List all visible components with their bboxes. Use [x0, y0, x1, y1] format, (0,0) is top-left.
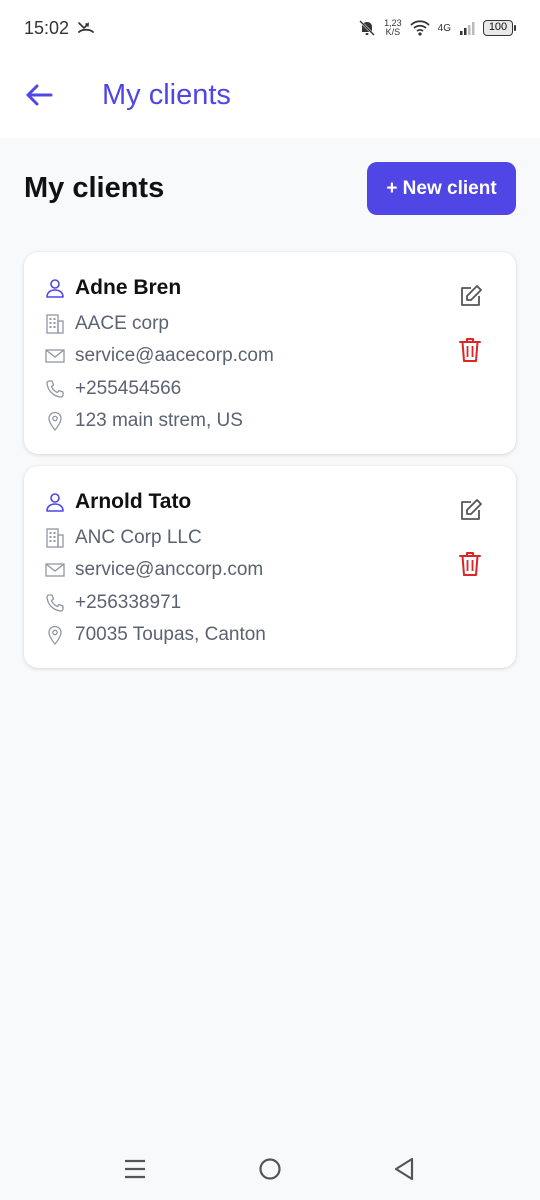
network-type: 4G — [437, 22, 451, 34]
client-company: ANC Corp LLC — [75, 527, 202, 548]
phone-icon — [45, 593, 65, 613]
client-name-row: Adne Bren — [45, 276, 181, 300]
client-phone: +255454566 — [75, 378, 182, 399]
client-address: 70035 Toupas, Canton — [75, 624, 266, 645]
battery-tip — [514, 25, 516, 31]
client-address: 123 main strem, US — [75, 410, 243, 431]
edit-client-button[interactable] — [458, 498, 484, 527]
missed-call-icon — [77, 18, 95, 39]
delete-client-button[interactable] — [457, 551, 483, 582]
client-phone-row: +256338971 — [45, 592, 181, 614]
circle-icon — [258, 1157, 282, 1186]
triangle-back-icon — [393, 1157, 415, 1186]
client-card: Adne Bren AACE corp service@aacecorp.com… — [24, 252, 516, 454]
mail-icon — [45, 560, 65, 580]
recent-apps-button[interactable] — [122, 1158, 148, 1184]
status-right: 1,23 K/S 4G 100 — [358, 19, 516, 37]
user-icon — [45, 278, 65, 298]
client-name: Arnold Tato — [75, 490, 192, 513]
client-email-row: service@anccorp.com — [45, 559, 263, 581]
building-icon — [45, 314, 65, 334]
system-back-button[interactable] — [391, 1157, 417, 1186]
system-nav-bar — [0, 1140, 540, 1200]
trash-icon — [459, 551, 481, 582]
client-card: Arnold Tato ANC Corp LLC service@anccorp… — [24, 466, 516, 668]
client-company-row: ANC Corp LLC — [45, 527, 202, 549]
net-speed: 1,23 K/S — [384, 19, 402, 37]
map-pin-icon — [45, 625, 65, 645]
wifi-icon — [410, 20, 430, 36]
edit-icon — [459, 498, 483, 527]
delete-client-button[interactable] — [457, 337, 483, 368]
edit-client-button[interactable] — [458, 284, 484, 313]
mail-icon — [45, 346, 65, 366]
user-icon — [45, 492, 65, 512]
map-pin-icon — [45, 411, 65, 431]
bell-off-icon — [358, 19, 376, 37]
arrow-left-icon — [25, 83, 53, 112]
edit-icon — [459, 284, 483, 313]
status-left: 15:02 — [24, 18, 95, 39]
main-content: My clients + New client Adne Bren AACE c… — [0, 138, 540, 1140]
battery-level: 100 — [483, 20, 513, 36]
app-bar: My clients — [0, 56, 540, 138]
client-address-row: 123 main strem, US — [45, 410, 243, 432]
new-client-button[interactable]: + New client — [367, 162, 516, 215]
menu-icon — [124, 1159, 146, 1184]
client-name-row: Arnold Tato — [45, 490, 191, 514]
client-address-row: 70035 Toupas, Canton — [45, 624, 266, 646]
client-phone: +256338971 — [75, 592, 182, 613]
client-email: service@anccorp.com — [75, 559, 264, 580]
back-button[interactable] — [22, 80, 56, 114]
client-email: service@aacecorp.com — [75, 345, 274, 366]
signal-icon — [459, 20, 475, 36]
page-title: My clients — [24, 172, 165, 204]
home-button[interactable] — [257, 1157, 283, 1186]
trash-icon — [459, 337, 481, 368]
battery-icon: 100 — [483, 20, 516, 36]
status-time: 15:02 — [24, 17, 70, 38]
client-email-row: service@aacecorp.com — [45, 345, 274, 367]
client-company: AACE corp — [75, 313, 169, 334]
app-bar-title: My clients — [102, 79, 231, 111]
client-phone-row: +255454566 — [45, 378, 181, 400]
phone-icon — [45, 379, 65, 399]
status-bar: 15:02 1,23 K/S 4G 100 — [0, 0, 540, 56]
client-company-row: AACE corp — [45, 313, 169, 335]
net-speed-unit: K/S — [385, 27, 401, 37]
client-name: Adne Bren — [75, 276, 182, 299]
building-icon — [45, 528, 65, 548]
